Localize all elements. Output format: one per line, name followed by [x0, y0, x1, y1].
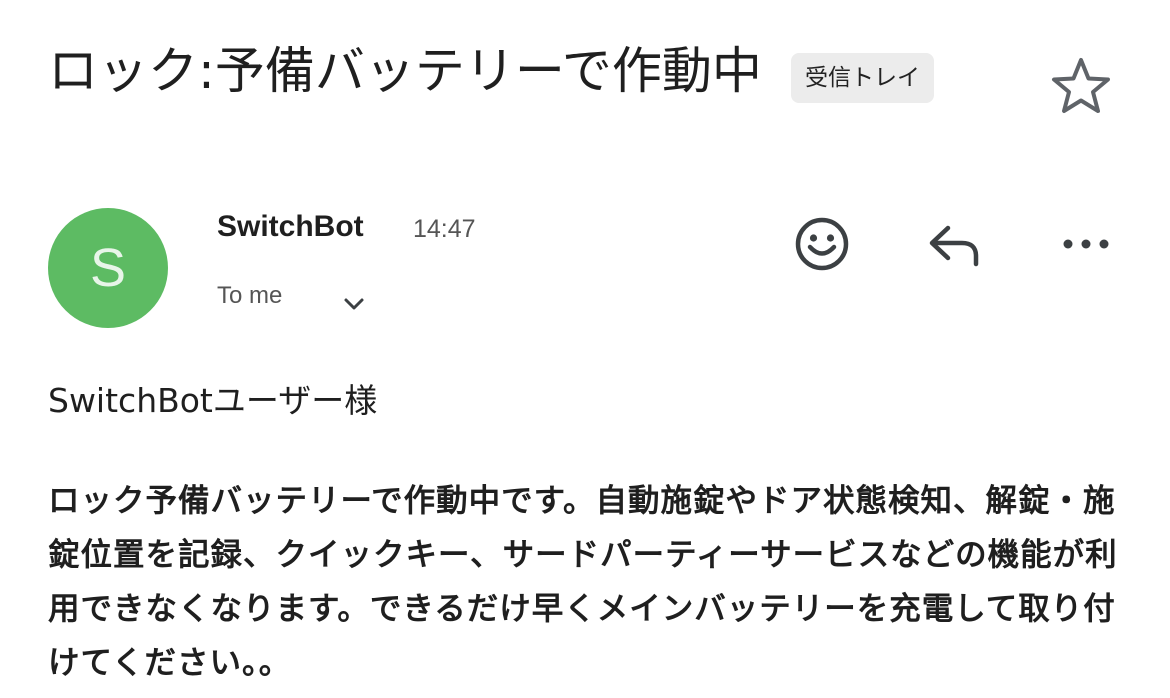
- inbox-label-chip[interactable]: 受信トレイ: [791, 53, 934, 103]
- avatar[interactable]: S: [48, 208, 168, 328]
- more-horiz-icon[interactable]: [1056, 214, 1116, 274]
- sender-header: S SwitchBot 14:47 To me: [48, 206, 1128, 330]
- message-greeting: SwitchBotユーザー様: [48, 381, 378, 420]
- sender-name: SwitchBot: [217, 210, 364, 243]
- chevron-down-icon[interactable]: [340, 290, 368, 318]
- email-subject: ロック:予備バッテリーで作動中: [48, 42, 762, 100]
- reply-icon[interactable]: [924, 214, 984, 274]
- smiley-icon[interactable]: [792, 214, 852, 274]
- recipient-label[interactable]: To me: [217, 278, 282, 314]
- message-body: ロック予備バッテリーで作動中です。自動施錠やドア状態検知、解錠・施錠位置を記録、…: [48, 483, 1118, 681]
- sent-time: 14:47: [413, 215, 476, 243]
- subject-header: ロック:予備バッテリーで作動中 受信トレイ: [48, 36, 1128, 116]
- star-icon[interactable]: [1048, 54, 1114, 120]
